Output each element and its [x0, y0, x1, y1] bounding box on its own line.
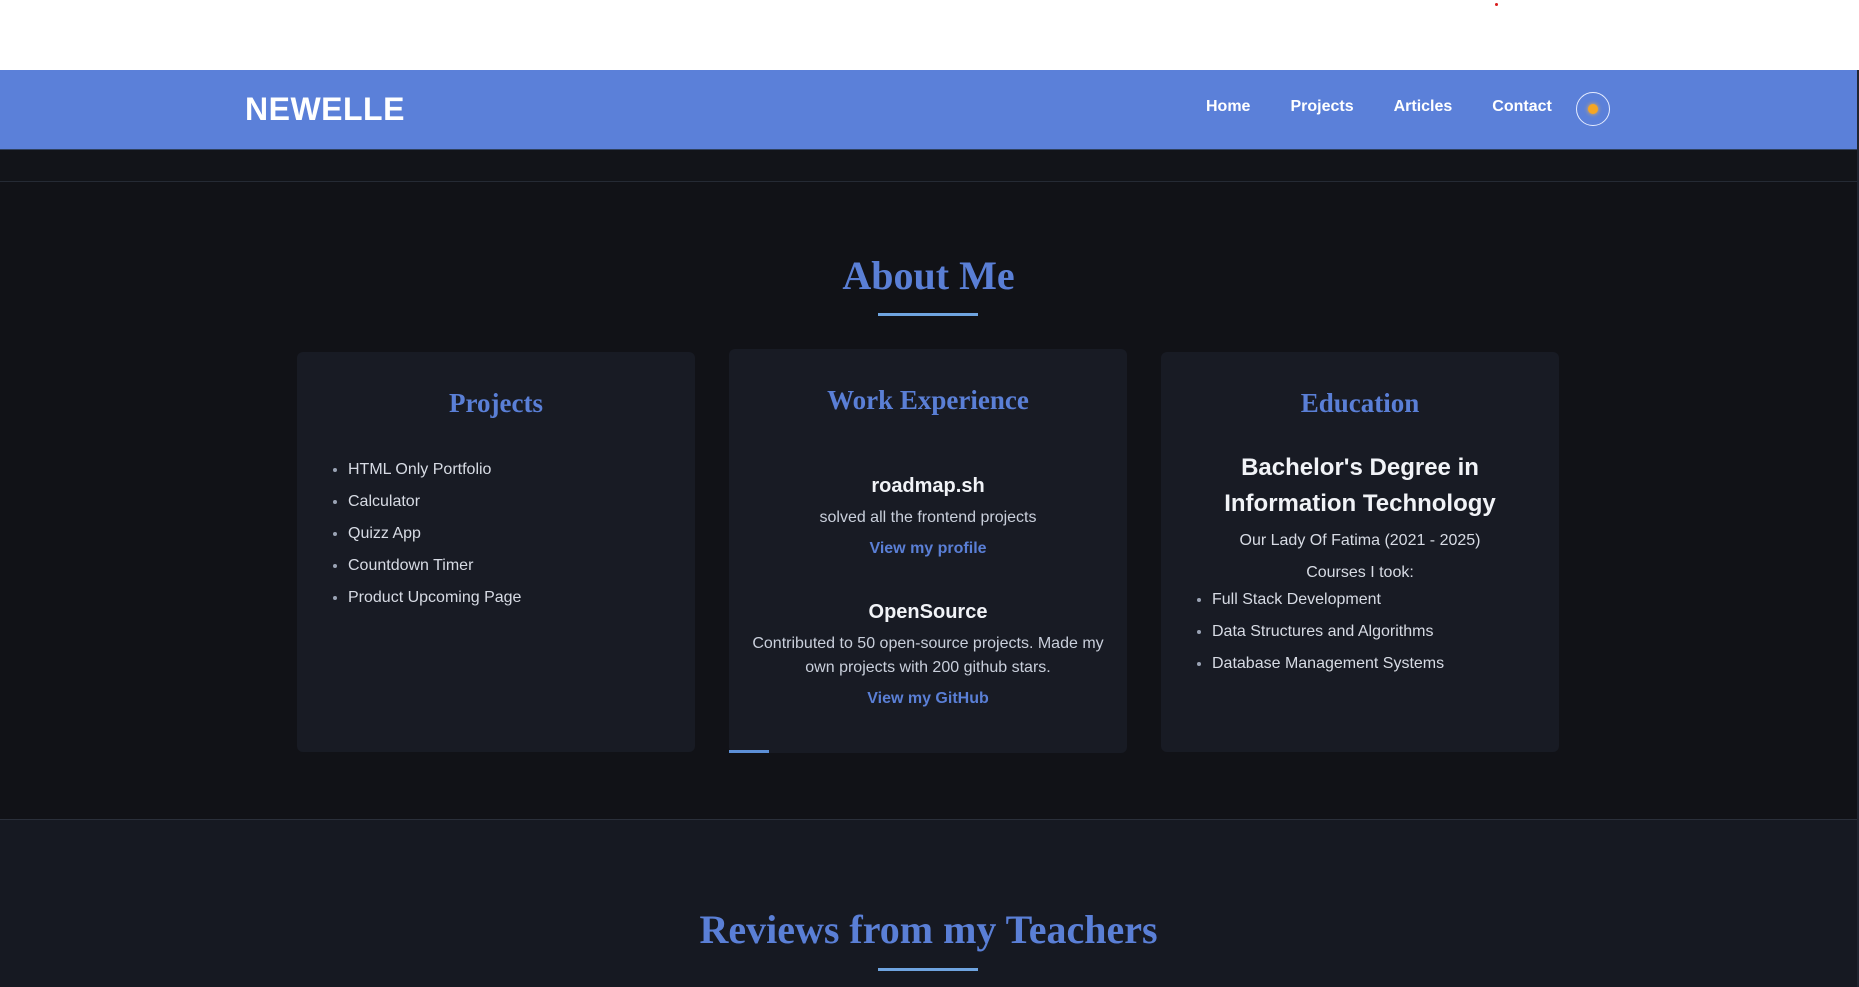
- view-github-link[interactable]: View my GitHub: [867, 690, 989, 708]
- courses-list: Full Stack Development Data Structures a…: [1161, 584, 1444, 680]
- list-item: Database Management Systems: [1212, 648, 1444, 680]
- reviews-section: Reviews from my Teachers: [0, 820, 1857, 987]
- list-item: Quizz App: [348, 518, 521, 550]
- sun-icon: [1588, 104, 1598, 114]
- nav-links: Home Projects Articles Contact: [1206, 98, 1552, 116]
- navbar: NEWELLE Home Projects Articles Contact: [0, 70, 1859, 150]
- list-item: Countdown Timer: [348, 550, 521, 582]
- courses-label: Courses I took:: [1306, 564, 1414, 581]
- about-title-underline: [878, 313, 978, 316]
- work-entry-opensource: OpenSource Contributed to 50 open-source…: [749, 601, 1107, 708]
- card-progress-indicator: [729, 750, 769, 753]
- work-card-title: Work Experience: [827, 385, 1029, 415]
- education-card: Education Bachelor's Degree in Informati…: [1161, 352, 1559, 752]
- reviews-title-underline: [878, 968, 978, 971]
- view-profile-link[interactable]: View my profile: [869, 540, 986, 558]
- list-item: Calculator: [348, 486, 521, 518]
- list-item: HTML Only Portfolio: [348, 454, 521, 486]
- brand-logo[interactable]: NEWELLE: [245, 91, 405, 128]
- projects-card-title: Projects: [449, 388, 543, 418]
- header-spacer: [0, 150, 1857, 182]
- red-dot: [1495, 3, 1498, 6]
- work-entry-description: solved all the frontend projects: [819, 509, 1037, 526]
- work-entry-description: Contributed to 50 open-source projects. …: [752, 635, 1104, 676]
- nav-link-contact[interactable]: Contact: [1492, 98, 1552, 116]
- list-item: Full Stack Development: [1212, 584, 1444, 616]
- about-title: About Me: [842, 253, 1015, 298]
- about-section: About Me Projects HTML Only Portfolio Ca…: [0, 182, 1857, 820]
- projects-list: HTML Only Portfolio Calculator Quizz App…: [297, 454, 521, 614]
- reviews-title: Reviews from my Teachers: [699, 907, 1158, 952]
- work-experience-card: Work Experience roadmap.sh solved all th…: [729, 349, 1127, 753]
- nav-link-projects[interactable]: Projects: [1290, 98, 1353, 116]
- projects-card: Projects HTML Only Portfolio Calculator …: [297, 352, 695, 752]
- list-item: Product Upcoming Page: [348, 582, 521, 614]
- school-name: Our Lady Of Fatima (2021 - 2025): [1239, 532, 1481, 549]
- nav-link-articles[interactable]: Articles: [1394, 98, 1453, 116]
- theme-toggle-button[interactable]: [1576, 92, 1610, 126]
- work-entry-name: roadmap.sh: [871, 475, 985, 497]
- list-item: Data Structures and Algorithms: [1212, 616, 1444, 648]
- education-card-title: Education: [1300, 388, 1420, 418]
- work-entry-roadmap: roadmap.sh solved all the frontend proje…: [749, 475, 1107, 558]
- work-entry-name: OpenSource: [868, 601, 988, 623]
- nav-link-home[interactable]: Home: [1206, 98, 1250, 116]
- degree-title: Bachelor's Degree in Information Technol…: [1224, 454, 1496, 517]
